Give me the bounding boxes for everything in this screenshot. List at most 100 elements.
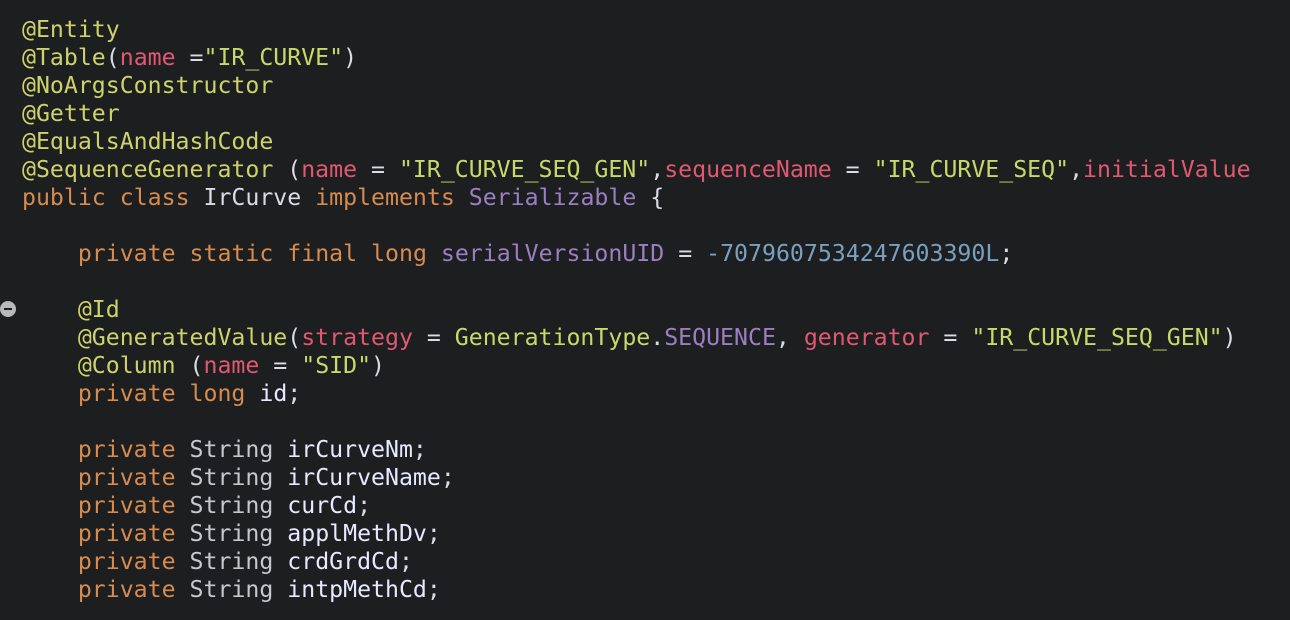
code-token: = [664,240,707,267]
code-token: "IR_CURVE" [203,44,344,71]
code-line[interactable]: @Id [22,296,1251,324]
code-token: = [259,352,302,379]
code-token: ) [371,352,386,379]
code-token: private [77,380,176,407]
code-token: sequenceName [664,156,832,183]
code-token: ( [287,324,302,351]
code-text-area[interactable]: @Entity @Table(name ="IR_CURVE") @NoArgsCo… [22,16,1251,604]
code-token: . [650,324,665,351]
code-token: ; [398,548,413,575]
code-line[interactable]: private String irCurveNm; [22,436,1251,464]
code-token: initialValue [1083,156,1251,183]
code-line[interactable]: @SequenceGenerator (name = "IR_CURVE_SEQ… [22,156,1251,184]
code-token: @GeneratedValue [77,324,288,351]
code-editor[interactable]: @Entity @Table(name ="IR_CURVE") @NoArgsCo… [0,0,1290,620]
code-token: private [77,576,176,603]
code-token: = [357,156,399,183]
code-line[interactable]: @GeneratedValue(strategy = GenerationTyp… [22,324,1251,352]
code-token: String [189,520,274,547]
code-token: @SequenceGenerator [22,156,274,183]
code-line[interactable] [22,408,1251,436]
code-line[interactable]: public class IrCurve implements Serializ… [22,184,1251,212]
code-token: curCd [287,492,358,519]
code-token: IrCurve [189,184,316,211]
code-token: ; [426,576,441,603]
code-token: ; [426,520,441,547]
code-token: String [189,548,274,575]
code-token: @Column [77,352,176,379]
code-token: GenerationType [454,324,651,351]
code-token: = [175,44,204,71]
code-token: = [929,324,972,351]
code-token: ( [105,44,120,71]
code-token: intpMethCd [287,576,427,603]
code-token: long [189,380,246,407]
code-token: "IR_CURVE_SEQ_GEN" [398,156,651,183]
code-token: , [650,156,665,183]
code-line[interactable]: @Column (name = "SID") [22,352,1251,380]
code-token: ) [343,44,358,71]
code-token: private [77,548,176,575]
code-token: ; [440,464,455,491]
code-token: ; [357,492,372,519]
code-token: name [203,352,260,379]
code-line[interactable]: private static final long serialVersionU… [22,240,1251,268]
code-token: private [77,520,176,547]
code-token: SEQUENCE [664,324,776,351]
code-line[interactable]: @Entity [22,16,1251,44]
code-token: @Getter [22,100,120,127]
code-token: applMethDv [287,520,427,547]
collapse-fold-icon[interactable] [0,301,16,317]
code-token: id [259,380,288,407]
code-line[interactable]: @NoArgsConstructor [22,72,1251,100]
code-token: "IR_CURVE_SEQ" [873,156,1070,183]
code-token: String [189,436,274,463]
code-token: ; [412,436,427,463]
code-token: = [831,156,874,183]
code-token: private [77,464,176,491]
code-token: class [119,184,190,211]
code-line[interactable]: @EqualsAndHashCode [22,128,1251,156]
code-line[interactable]: private String applMethDv; [22,520,1251,548]
code-line[interactable]: private String crdGrdCd; [22,548,1251,576]
code-line[interactable]: private String intpMethCd; [22,576,1251,604]
code-token: irCurveNm [287,436,413,463]
code-line[interactable]: private long id; [22,380,1251,408]
code-line[interactable]: private String irCurveName; [22,464,1251,492]
editor-gutter [0,0,20,620]
code-token: @Entity [22,16,120,43]
code-token: private [77,492,176,519]
code-token: String [189,492,274,519]
code-token: String [189,576,274,603]
code-line[interactable]: private String curCd; [22,492,1251,520]
code-line[interactable] [22,268,1251,296]
code-token: name [301,156,358,183]
code-token: strategy [301,324,413,351]
code-token: generator [803,324,930,351]
code-token: , [1069,156,1084,183]
code-line[interactable] [22,212,1251,240]
code-token: Serializable [468,184,637,211]
code-token: ( [273,156,302,183]
code-line[interactable]: @Getter [22,100,1251,128]
code-line[interactable]: @Table(name ="IR_CURVE") [22,44,1251,72]
